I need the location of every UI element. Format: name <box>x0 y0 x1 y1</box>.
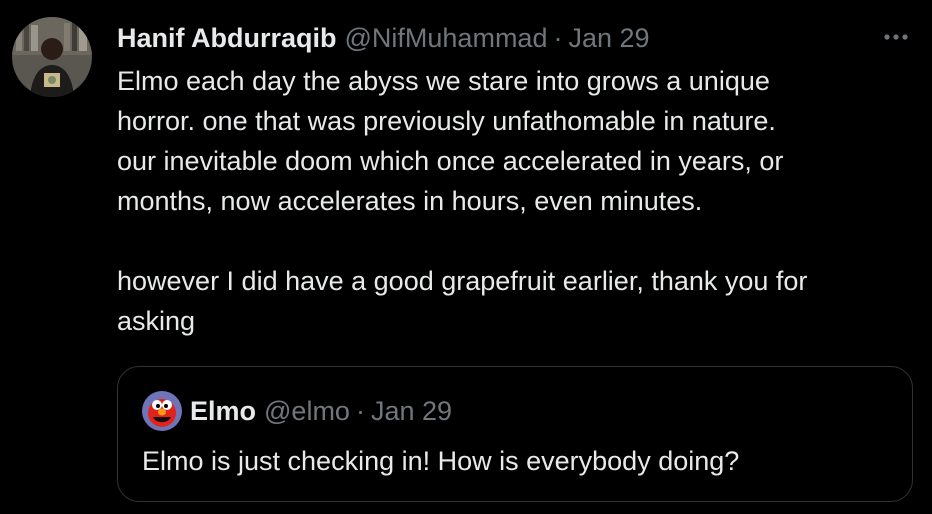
quoted-tweet-date[interactable]: Jan 29 <box>371 396 452 427</box>
tweet: Hanif Abdurraqib @NifMuhammad · Jan 29 E… <box>0 0 932 514</box>
tweet-text: Elmo each day the abyss we stare into gr… <box>117 66 808 336</box>
header-separator: · <box>553 23 563 53</box>
elmo-avatar-icon <box>142 391 182 431</box>
author-avatar[interactable] <box>12 17 92 97</box>
more-options-button[interactable] <box>876 24 916 50</box>
quoted-author-handle[interactable]: @elmo <box>264 396 350 427</box>
author-name[interactable]: Hanif Abdurraqib <box>117 18 337 58</box>
quoted-author-avatar[interactable] <box>142 391 182 431</box>
quoted-header-separator: · <box>355 395 365 426</box>
tweet-date[interactable]: Jan 29 <box>568 18 649 58</box>
avatar-photo <box>12 17 92 97</box>
tweet-header: Hanif Abdurraqib @NifMuhammad · Jan 29 <box>117 18 650 58</box>
more-horizontal-icon <box>884 34 908 40</box>
quoted-tweet[interactable]: Elmo @elmo · Jan 29 Elmo is just checkin… <box>117 366 913 502</box>
quoted-author-name[interactable]: Elmo <box>190 396 256 427</box>
author-handle[interactable]: @NifMuhammad <box>345 18 548 58</box>
quoted-tweet-header: Elmo @elmo · Jan 29 <box>190 391 452 431</box>
quoted-tweet-text: Elmo is just checking in! How is everybo… <box>142 446 740 476</box>
